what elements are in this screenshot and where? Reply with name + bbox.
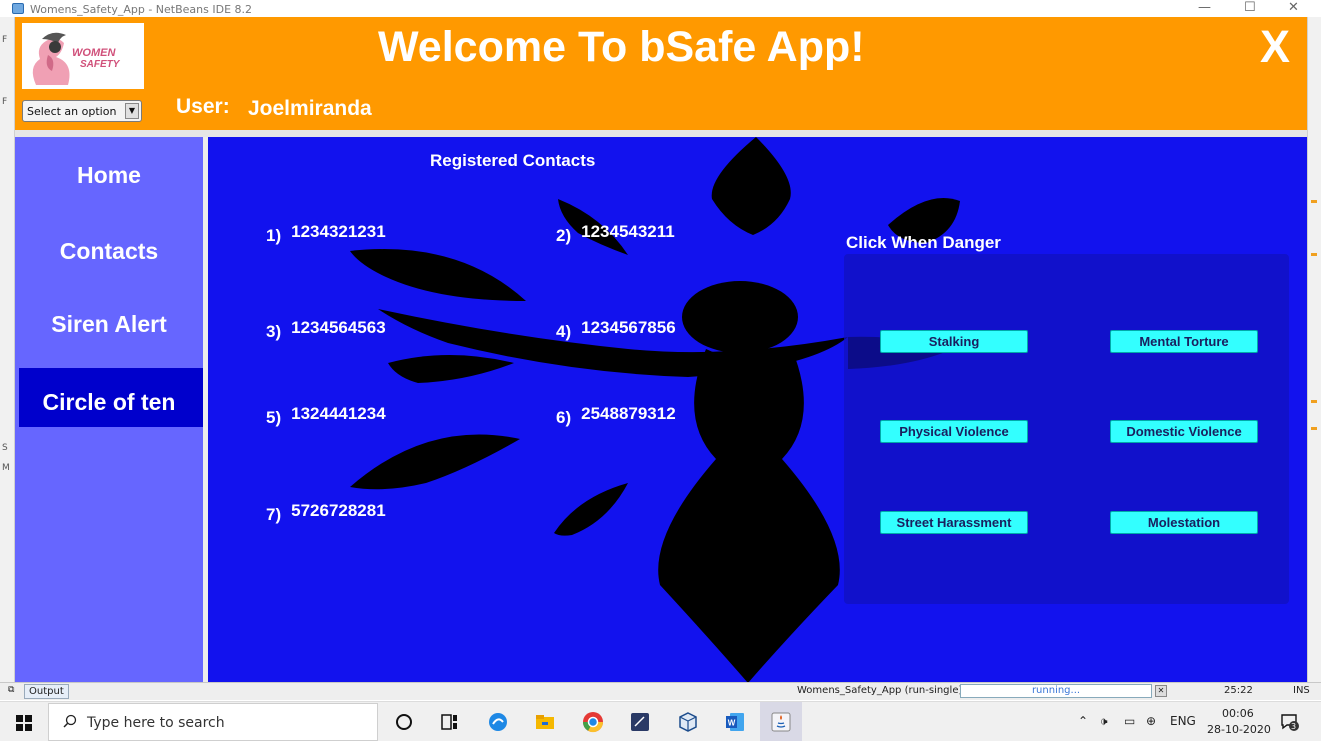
maximize-icon[interactable]: ☐ — [1244, 0, 1256, 15]
sidebar-item-contacts[interactable]: Contacts — [15, 238, 203, 265]
street-harassment-button[interactable]: Street Harassment — [880, 511, 1028, 534]
window-close-icon[interactable]: ✕ — [1288, 0, 1299, 15]
contact-item: 2) 1234543211 — [556, 222, 675, 245]
domestic-violence-button[interactable]: Domestic Violence — [1110, 420, 1258, 443]
option-select-value: Select an option — [27, 105, 117, 118]
contact-index: 7) — [266, 505, 282, 524]
volume-muted-icon[interactable]: 🕩 — [1100, 714, 1108, 729]
logo-text-top: WOMEN — [72, 47, 116, 59]
contact-number: 1234567856 — [581, 318, 676, 337]
contact-item: 3) 1234564563 — [266, 318, 386, 341]
battery-icon[interactable]: ▭ — [1124, 714, 1135, 728]
mental-torture-button[interactable]: Mental Torture — [1110, 330, 1258, 353]
danger-section-title: Click When Danger — [846, 233, 1001, 252]
header-divider — [15, 130, 1307, 137]
main-panel: Registered Contacts 1) 1234321231 2) 12345… — [208, 137, 1307, 685]
contact-item: 7) 5726728281 — [266, 501, 386, 524]
registered-contacts-title: Registered Contacts — [430, 151, 596, 170]
user-name: Joelmiranda — [248, 97, 372, 120]
app-title: Welcome To bSafe App! — [378, 23, 865, 71]
notification-count: 3 — [1291, 722, 1297, 731]
windows-start-icon[interactable] — [16, 715, 32, 731]
svg-text:W: W — [728, 719, 736, 728]
contact-number: 1234543211 — [581, 222, 675, 241]
restore-window-icon[interactable]: ⧉ — [8, 685, 14, 695]
contact-number: 1324441234 — [291, 404, 386, 423]
sidebar-item-circle-of-ten[interactable]: Circle of ten — [15, 389, 203, 416]
word-icon[interactable]: W — [723, 710, 747, 734]
contact-index: 5) — [266, 408, 282, 427]
run-task-label: Womens_Safety_App (run-single) — [797, 685, 963, 696]
logo-text-bottom: SAFETY — [80, 59, 120, 70]
user-label: User: — [176, 95, 230, 118]
input-language[interactable]: ENG — [1170, 714, 1196, 728]
contact-number: 5726728281 — [291, 501, 386, 520]
contact-item: 5) 1324441234 — [266, 404, 386, 427]
ide-status-bar: ⧉ Output Womens_Safety_App (run-single) … — [0, 682, 1321, 700]
minimize-icon[interactable]: — — [1198, 0, 1211, 15]
output-tab-label: Output — [29, 686, 64, 697]
sidebar-item-home[interactable]: Home — [15, 162, 203, 189]
run-progress-bar: running... — [960, 684, 1152, 698]
contact-index: 6) — [556, 408, 572, 427]
contact-item: 6) 2548879312 — [556, 404, 676, 427]
taskbar-search-input[interactable]: Type here to search — [48, 703, 378, 741]
ide-right-gutter — [1307, 17, 1321, 685]
ide-window-title: Womens_Safety_App - NetBeans IDE 8.2 — [30, 3, 253, 16]
chevron-down-icon[interactable]: ▼ — [125, 103, 139, 119]
task-view-icon[interactable] — [438, 710, 462, 734]
insert-mode: INS — [1293, 685, 1310, 696]
chrome-icon[interactable] — [581, 710, 605, 734]
contact-item: 4) 1234567856 — [556, 318, 676, 341]
app-close-button[interactable]: X — [1260, 21, 1290, 73]
cancel-task-icon[interactable]: ✕ — [1155, 685, 1167, 697]
physical-violence-button[interactable]: Physical Violence — [880, 420, 1028, 443]
screen: Womens_Safety_App - NetBeans IDE 8.2 — ☐… — [0, 0, 1321, 741]
contact-index: 3) — [266, 322, 282, 341]
contact-index: 4) — [556, 322, 572, 341]
snipping-tool-icon[interactable] — [628, 710, 652, 734]
ide-title-bar: Womens_Safety_App - NetBeans IDE 8.2 — ☐… — [0, 0, 1321, 17]
stalking-button[interactable]: Stalking — [880, 330, 1028, 353]
java-app-icon[interactable] — [769, 710, 793, 734]
search-placeholder: Type here to search — [87, 715, 225, 731]
women-safety-logo: WOMEN SAFETY — [22, 23, 144, 89]
contact-index: 2) — [556, 226, 572, 245]
caret-position: 25:22 — [1224, 685, 1253, 696]
option-select[interactable]: Select an option ▼ — [22, 100, 142, 122]
network-globe-icon[interactable]: ⊕ — [1146, 714, 1156, 728]
clock-date[interactable]: 28-10-2020 — [1207, 723, 1271, 736]
contact-item: 1) 1234321231 — [266, 222, 386, 245]
netbeans-icon — [12, 3, 24, 14]
search-icon — [63, 714, 77, 728]
danger-panel: Stalking Mental Torture Physical Violenc… — [844, 254, 1289, 604]
virtualbox-icon[interactable] — [676, 710, 700, 734]
contact-number: 1234321231 — [291, 222, 386, 241]
contact-index: 1) — [266, 226, 282, 245]
clock-time[interactable]: 00:06 — [1222, 707, 1254, 720]
molestation-button[interactable]: Molestation — [1110, 511, 1258, 534]
sidebar: Home Contacts Siren Alert Circle of ten — [15, 137, 203, 685]
edge-browser-icon[interactable] — [486, 710, 510, 734]
progress-text: running... — [1031, 685, 1081, 696]
file-explorer-icon[interactable] — [533, 710, 557, 734]
tray-chevron-up-icon[interactable]: ⌃ — [1078, 714, 1088, 728]
app-header: WOMEN SAFETY Welcome To bSafe App! X Sel… — [15, 17, 1307, 130]
taskbar: Type here to search W ⌃ 🕩 ▭ ⊕ ENG 00:06 … — [0, 701, 1321, 741]
contact-number: 1234564563 — [291, 318, 386, 337]
contact-number: 2548879312 — [581, 404, 676, 423]
sidebar-item-siren-alert[interactable]: Siren Alert — [15, 311, 203, 338]
ide-left-gutter: F F S M — [0, 17, 15, 685]
notification-center-icon[interactable] — [1280, 712, 1300, 732]
cortana-icon[interactable] — [392, 710, 416, 734]
tab-output[interactable]: Output — [24, 684, 69, 699]
